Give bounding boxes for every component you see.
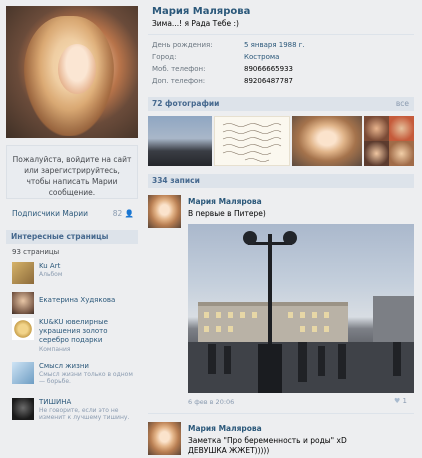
like-count: 1 — [402, 397, 407, 405]
page-avatar — [12, 292, 34, 314]
page-item-tishina[interactable]: ТИШИНА Не говорите, если это не изменит … — [12, 398, 140, 424]
info-mobile: Моб. телефон: 89066665933 — [152, 65, 412, 76]
info-label: Моб. телефон: — [152, 65, 206, 73]
divider — [148, 413, 414, 414]
photos-all-link[interactable]: все — [396, 97, 409, 111]
post-photo[interactable] — [188, 224, 414, 393]
page-item-ekaterina[interactable]: Екатерина Худякова — [12, 292, 140, 318]
subscribers-label: Подписчики Марии — [12, 209, 88, 218]
page-name[interactable]: KU&KU ювелирные украшения золото серебро… — [39, 318, 139, 345]
info-extra-phone: Доп. телефон: 89206487787 — [152, 77, 412, 88]
divider — [148, 34, 414, 35]
photos-title: 72 фотографии — [152, 99, 220, 108]
pages-count: 93 страницы — [12, 248, 60, 256]
post-author-avatar[interactable] — [148, 422, 181, 455]
wall-title: 334 записи — [152, 176, 200, 185]
profile-status: Зима...! я Рада Тебе :) — [152, 19, 239, 28]
page-name[interactable]: Екатерина Худякова — [39, 296, 139, 305]
info-value: 89206487787 — [244, 77, 293, 85]
page-item-smysl[interactable]: Смысл жизни Смысл жизни только в одном —… — [12, 362, 140, 388]
post-author[interactable]: Мария Малярова — [188, 424, 262, 433]
photo-thumb[interactable] — [148, 116, 212, 166]
crown-icon — [12, 318, 34, 340]
like-button[interactable]: ♥ 1 — [394, 397, 407, 405]
photo-thumb[interactable] — [214, 116, 290, 166]
wall-header[interactable]: 334 записи — [148, 174, 414, 188]
page-name[interactable]: ТИШИНА — [39, 398, 139, 407]
page-item-kuku[interactable]: KU&KU ювелирные украшения золото серебро… — [12, 318, 140, 358]
post-text-line: ДЕВУШКА ЖЖЕТ))))) — [188, 446, 270, 455]
post-text-line: Заметка "Про беременность и роды" xD — [188, 436, 347, 445]
page-subtitle: Не говорите, если это не изменит к лучше… — [39, 407, 130, 421]
post-date[interactable]: 6 фев в 20:06 — [188, 398, 234, 406]
info-value[interactable]: 5 января 1988 г. — [244, 41, 305, 49]
subscribers-link[interactable]: Подписчики Марии 82 👤 — [12, 209, 134, 218]
page-subtitle: Компания — [39, 346, 71, 353]
info-label: День рождения: — [152, 41, 213, 49]
login-prompt-text: Пожалуйста, войдите на сайт или зарегист… — [12, 155, 132, 197]
page-name[interactable]: Ku Art — [39, 262, 139, 271]
photo-thumb[interactable] — [292, 116, 362, 166]
profile-name: Мария Малярова — [152, 6, 251, 17]
info-value[interactable]: Кострома — [244, 53, 279, 61]
info-birthday: День рождения: 5 января 1988 г. — [152, 41, 412, 52]
avatar-face — [58, 44, 96, 94]
page-avatar — [12, 362, 34, 384]
post-author[interactable]: Мария Малярова — [188, 197, 262, 206]
profile-avatar[interactable] — [6, 6, 138, 138]
interesting-pages-title: Интересные страницы — [11, 232, 109, 241]
page-subtitle: Альбом — [39, 271, 63, 278]
info-city: Город: Кострома — [152, 53, 412, 64]
info-label: Город: — [152, 53, 177, 61]
page-subtitle: Смысл жизни только в одном — борьбе. — [39, 371, 133, 385]
interesting-pages-header[interactable]: Интересные страницы — [6, 230, 138, 244]
photo-thumb-collage[interactable] — [364, 116, 414, 166]
street-scene-image — [188, 231, 414, 393]
page-name[interactable]: Смысл жизни — [39, 362, 139, 371]
info-value: 89066665933 — [244, 65, 293, 73]
page-item-ku-art[interactable]: Ku Art Альбом — [12, 262, 140, 288]
handwritten-note-image — [222, 123, 282, 162]
login-prompt-box: Пожалуйста, войдите на сайт или зарегист… — [6, 145, 138, 199]
photos-header[interactable]: 72 фотографии все — [148, 97, 414, 111]
user-icon: 👤 — [124, 209, 134, 218]
heart-icon: ♥ — [394, 397, 401, 405]
subscribers-count: 82 👤 — [112, 209, 134, 218]
page-avatar — [12, 398, 34, 420]
post-author-avatar[interactable] — [148, 195, 181, 228]
info-label: Доп. телефон: — [152, 77, 206, 85]
post-text: В первые в Питере) — [188, 209, 266, 218]
page-avatar — [12, 262, 34, 284]
